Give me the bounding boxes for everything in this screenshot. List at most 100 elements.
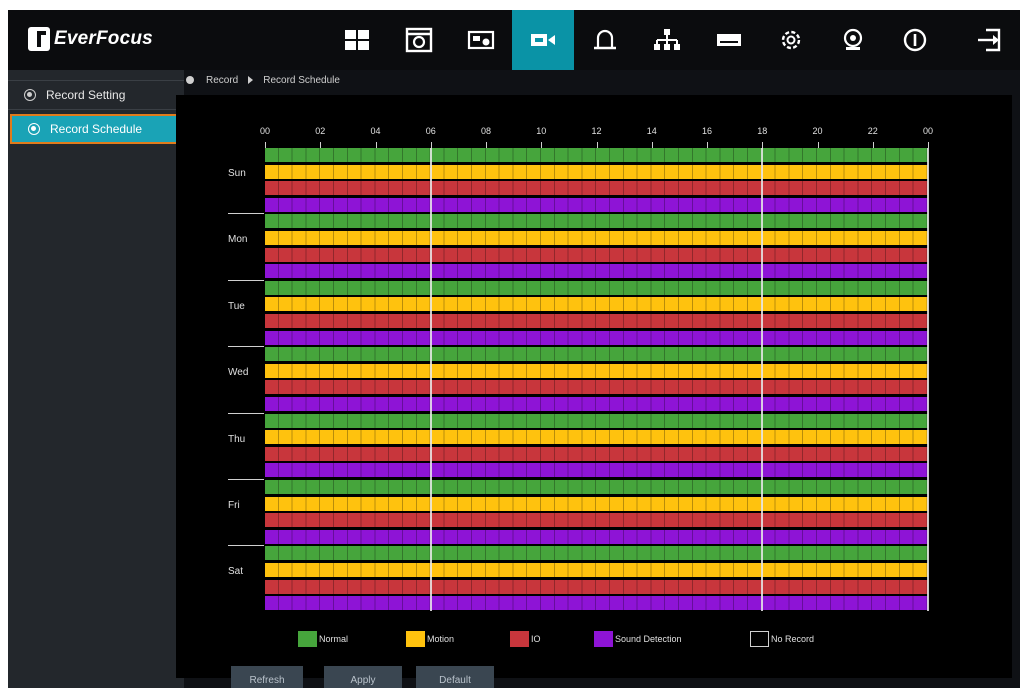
alarm-icon: [594, 29, 616, 50]
nav-live-view[interactable]: [326, 10, 388, 70]
schedule-row-motion[interactable]: [265, 231, 928, 245]
schedule-row-motion[interactable]: [265, 430, 928, 445]
hour-label: 00: [259, 126, 270, 136]
schedule-row-normal[interactable]: [265, 413, 928, 428]
schedule-row-sound[interactable]: [265, 529, 928, 544]
schedule-row-motion[interactable]: [265, 563, 928, 577]
hour-tick: [872, 142, 874, 148]
nav-alarm[interactable]: [574, 10, 636, 70]
hour-label: 12: [591, 126, 602, 136]
default-button[interactable]: Default: [416, 666, 494, 688]
apply-button[interactable]: Apply: [324, 666, 402, 688]
day-label: Mon: [228, 234, 248, 246]
legend-item-normal[interactable]: Normal: [298, 630, 348, 648]
schedule-row-io[interactable]: [265, 579, 928, 594]
schedule-row-normal[interactable]: [265, 148, 928, 162]
maintenance-icon: [843, 28, 863, 50]
legend-swatch: [298, 631, 317, 647]
hour-label: 10: [536, 126, 547, 136]
legend-label: IO: [531, 634, 541, 644]
legend-label: Normal: [319, 634, 349, 644]
sidebar-item-label: Record Setting: [46, 88, 126, 102]
system-settings-icon: [781, 30, 801, 50]
hour-label: 06: [425, 126, 436, 136]
nav-record[interactable]: [512, 10, 574, 70]
legend-swatch: [510, 631, 529, 647]
schedule-row-motion[interactable]: [265, 297, 928, 312]
legend-label: Motion: [427, 634, 455, 644]
hour-label: 00: [922, 126, 933, 136]
breadcrumb-parent[interactable]: Record: [206, 75, 238, 86]
schedule-row-normal[interactable]: [265, 480, 928, 494]
breadcrumb: Record Record Schedule: [186, 70, 340, 90]
nav-logout[interactable]: [958, 10, 1020, 70]
schedule-row-sound[interactable]: [265, 330, 928, 345]
day-separator: [228, 279, 264, 281]
schedule-row-sound[interactable]: [265, 264, 928, 279]
grid-divider-line: [429, 148, 432, 611]
nav-playback[interactable]: [388, 10, 450, 70]
schedule-row-io[interactable]: [265, 314, 928, 328]
nav-info[interactable]: [884, 10, 946, 70]
day-label: Sat: [228, 566, 244, 578]
sidebar-item-record-setting[interactable]: Record Setting: [8, 80, 184, 110]
everfocus-logo: EverFocus: [28, 24, 153, 54]
info-icon: [903, 28, 927, 52]
hour-tick: [320, 142, 322, 148]
legend-item-motion[interactable]: Motion: [406, 630, 454, 648]
settings-icon: [24, 89, 36, 101]
schedule-row-io[interactable]: [265, 380, 928, 395]
day-separator: [228, 412, 264, 414]
nav-storage[interactable]: [698, 10, 760, 70]
legend-item-none[interactable]: No Record: [750, 630, 814, 648]
schedule-row-sound[interactable]: [265, 397, 928, 411]
schedule-row-io[interactable]: [265, 513, 928, 528]
hour-tick: [265, 142, 266, 148]
network-icon: [654, 29, 680, 50]
nav-camera-settings[interactable]: [450, 10, 512, 70]
brand-name: EverFocus: [54, 28, 153, 49]
schedule-row-sound[interactable]: [265, 197, 928, 212]
legend-item-sound[interactable]: Sound Detection: [594, 630, 682, 648]
location-icon: [186, 76, 194, 84]
nav-system-settings[interactable]: [760, 10, 822, 70]
legend-item-io[interactable]: IO: [510, 630, 541, 648]
nav-network[interactable]: [636, 10, 698, 70]
day-label: Sun: [228, 168, 246, 179]
hour-tick: [651, 142, 653, 148]
schedule-row-normal[interactable]: [265, 214, 928, 229]
schedule-row-sound[interactable]: [265, 596, 928, 611]
hour-label: 22: [867, 126, 878, 136]
hour-label: 08: [480, 126, 491, 136]
day-separator: [228, 545, 264, 547]
schedule-row-motion[interactable]: [265, 363, 928, 378]
day-separator: [228, 479, 264, 480]
top-navigation-bar: EverFocus: [8, 10, 1020, 70]
record-icon: [531, 34, 555, 46]
storage-icon: [717, 34, 741, 46]
day-label: Wed: [228, 367, 249, 379]
hour-axis: 00 02 04 06 08 10 12 14 16 18 20 22 00: [0, 126, 1012, 140]
nav-maintenance[interactable]: [822, 10, 884, 70]
schedule-row-motion[interactable]: [265, 496, 928, 511]
refresh-button[interactable]: Refresh: [231, 666, 303, 688]
schedule-row-io[interactable]: [265, 247, 928, 262]
breadcrumb-current: Record Schedule: [263, 74, 340, 86]
schedule-row-io[interactable]: [265, 446, 928, 461]
schedule-row-normal[interactable]: [265, 280, 928, 295]
schedule-row-normal[interactable]: [265, 546, 928, 561]
schedule-row-sound[interactable]: [265, 463, 928, 478]
schedule-row-normal[interactable]: [265, 347, 928, 362]
playback-icon: [405, 27, 433, 53]
grid-divider-line: [927, 148, 929, 611]
hour-label: 20: [812, 126, 823, 136]
hour-label: 14: [646, 126, 657, 136]
schedule-row-io[interactable]: [265, 181, 928, 196]
day-label: Fri: [228, 500, 240, 511]
schedule-row-motion[interactable]: [265, 164, 928, 179]
grid-divider-line: [761, 148, 764, 611]
day-label: Thu: [228, 433, 246, 445]
hour-label: 18: [757, 126, 768, 136]
legend-label: No Record: [771, 634, 815, 644]
legend-swatch: [750, 631, 769, 647]
